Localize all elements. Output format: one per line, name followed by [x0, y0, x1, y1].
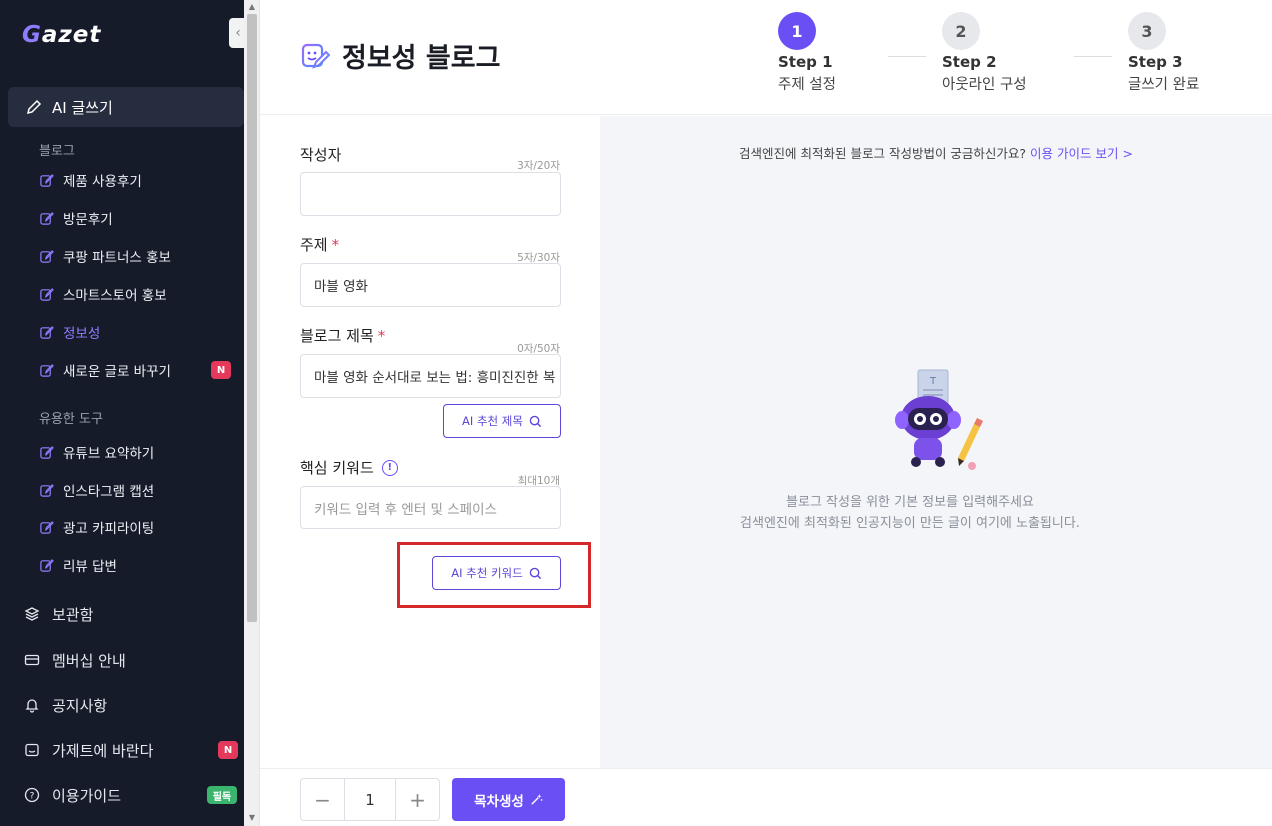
empty-message-line2: 검색엔진에 최적화된 인공지능이 만든 글이 여기에 노출됩니다.	[740, 516, 1080, 531]
step-number: 1	[778, 12, 816, 50]
edit-note-icon	[40, 325, 54, 339]
step-name: Step 2	[942, 53, 997, 71]
step-connector	[888, 56, 926, 57]
sidebar-item-informational[interactable]: 정보성	[39, 320, 239, 344]
step-1: 1 Step 1 주제 설정	[778, 12, 836, 94]
blog-title-label: 블로그 제목 *	[300, 326, 386, 346]
sidebar-item-youtube-summary[interactable]: 유튜브 요약하기	[39, 440, 239, 464]
sidebar-item-suggestion[interactable]: 가제트에 바란다	[24, 737, 239, 763]
scroll-down-arrow[interactable]: ▼	[244, 812, 260, 824]
edit-note-icon	[40, 445, 54, 459]
robot-writer-illustration: T	[895, 369, 983, 470]
edit-note-icon	[40, 249, 54, 263]
ai-title-suggest-button[interactable]: AI 추천 제목	[443, 404, 561, 438]
step-desc: 주제 설정	[778, 77, 836, 93]
magic-wand-icon	[531, 793, 543, 805]
bottom-action-bar: − 1 + 목차생성	[260, 768, 1272, 826]
sidebar-item-review-reply[interactable]: 리뷰 답변	[39, 553, 239, 577]
edit-note-icon	[40, 558, 54, 572]
info-icon[interactable]: !	[381, 459, 398, 476]
page-scrollbar[interactable]: ▲ ▼	[244, 0, 260, 826]
svg-text:T: T	[929, 376, 937, 387]
keywords-label: 핵심 키워드 !	[300, 457, 398, 478]
edit-note-icon	[40, 173, 54, 187]
sidebar-item-product-review[interactable]: 제품 사용후기	[39, 168, 239, 192]
sidebar-item-visit-review[interactable]: 방문후기	[39, 206, 239, 230]
sidebar-item-notice[interactable]: 공지사항	[24, 692, 239, 718]
edit-note-icon	[40, 520, 54, 534]
author-label: 작성자	[300, 146, 342, 164]
author-input[interactable]	[300, 172, 561, 216]
blog-edit-icon	[301, 43, 330, 69]
decrement-button[interactable]: −	[301, 779, 344, 820]
scroll-up-arrow[interactable]: ▲	[244, 1, 260, 13]
card-icon	[24, 654, 40, 666]
highlight-annotation	[397, 542, 591, 608]
usage-guide-link[interactable]: 이용 가이드 보기 >	[1030, 146, 1133, 161]
empty-message-line1: 블로그 작성을 위한 기본 정보를 입력해주세요	[786, 495, 1034, 510]
page-title: 정보성 블로그	[300, 36, 500, 75]
sidebar-item-smartstore[interactable]: 스마트스토어 홍보	[39, 282, 239, 306]
new-badge: N	[218, 741, 238, 759]
sidebar-item-storage[interactable]: 보관함	[24, 601, 239, 627]
step-name: Step 3	[1128, 53, 1183, 71]
svg-text:?: ?	[30, 792, 35, 802]
sidebar-item-ad-copywriting[interactable]: 광고 카피라이팅	[39, 515, 239, 539]
step-desc: 글쓰기 완료	[1128, 77, 1200, 93]
page-header: 정보성 블로그 1 Step 1 주제 설정 2 Step 2 아웃라인 구성 …	[260, 0, 1272, 115]
scroll-thumb[interactable]	[247, 14, 257, 622]
guide-hint: 검색엔진에 최적화된 블로그 작성방법이 궁금하신가요? 이용 가이드 보기 >	[739, 146, 1133, 161]
generate-outline-button[interactable]: 목차생성	[452, 778, 565, 821]
topic-form: 작성자 3자/20자 주제 * 5자/30자 마블 영화 블로그 제목 * 0자/5…	[260, 116, 600, 768]
edit-note-icon	[40, 211, 54, 225]
edit-note-icon	[40, 287, 54, 301]
author-counter: 3자/20자	[517, 160, 560, 172]
sidebar-item-coupang-partners[interactable]: 쿠팡 파트너스 홍보	[39, 244, 239, 268]
step-desc: 아웃라인 구성	[942, 77, 1027, 93]
must-read-badge: 필독	[207, 786, 237, 804]
step-3: 3 Step 3 글쓰기 완료	[1128, 12, 1199, 94]
sidebar-item-membership[interactable]: 멤버십 안내	[24, 647, 239, 673]
bell-icon	[25, 699, 39, 713]
step-connector	[1074, 56, 1112, 57]
quantity-value[interactable]: 1	[344, 779, 396, 820]
gazet-logo[interactable]: Gazet	[22, 22, 101, 48]
feedback-icon	[25, 743, 39, 757]
sidebar: Gazet AI 글쓰기 블로그 제품 사용후기 방문후기 쿠팡 파트너스 홍보…	[0, 0, 247, 826]
help-icon: ?	[24, 787, 40, 803]
ai-write-menu[interactable]: AI 글쓰기	[8, 87, 244, 127]
preview-panel: 검색엔진에 최적화된 블로그 작성방법이 궁금하신가요? 이용 가이드 보기 >…	[600, 116, 1272, 768]
sidebar-item-rewrite[interactable]: 새로운 글로 바꾸기	[39, 358, 239, 382]
edit-note-icon	[40, 363, 54, 377]
new-badge: N	[211, 361, 231, 379]
topic-label: 주제 *	[300, 235, 340, 255]
chevron-left-icon: ‹	[235, 25, 241, 41]
blog-title-input[interactable]: 마블 영화 순서대로 보는 법: 흥미진진한 복	[300, 354, 561, 398]
tools-section-label: 유용한 도구	[39, 412, 103, 427]
search-icon	[529, 415, 542, 427]
increment-button[interactable]: +	[396, 779, 439, 820]
step-number: 3	[1128, 12, 1166, 50]
edit-note-icon	[40, 483, 54, 497]
blog-section-label: 블로그	[39, 144, 75, 159]
topic-input[interactable]: 마블 영화	[300, 263, 561, 307]
quantity-stepper: − 1 +	[300, 778, 440, 821]
step-number: 2	[942, 12, 980, 50]
storage-icon	[24, 607, 40, 621]
step-2: 2 Step 2 아웃라인 구성	[942, 12, 1027, 94]
keywords-input[interactable]: 키워드 입력 후 엔터 및 스페이스	[300, 486, 561, 529]
sidebar-item-instagram-caption[interactable]: 인스타그램 캡션	[39, 478, 239, 502]
pencil-icon	[26, 99, 42, 115]
step-name: Step 1	[778, 53, 833, 71]
